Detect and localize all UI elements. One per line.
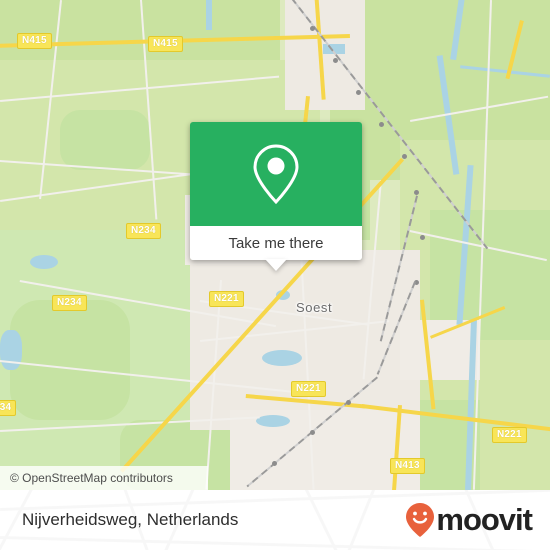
pond <box>262 350 302 366</box>
callout-action-label: Take me there <box>228 234 324 252</box>
road-shield-n234[interactable]: N234 <box>126 223 161 239</box>
road-shield-n221[interactable]: N221 <box>291 381 326 397</box>
railway-marker <box>272 461 277 466</box>
pond <box>30 255 58 269</box>
moovit-wordmark: moovit <box>436 502 533 537</box>
forest-patch <box>60 110 150 170</box>
road-shield-n413[interactable]: N413 <box>390 458 425 474</box>
road-shield-n234-clipped[interactable]: 234 <box>0 400 17 416</box>
road-shield-n415[interactable]: N415 <box>148 36 183 52</box>
railway-marker <box>310 26 315 31</box>
railway-marker <box>420 235 425 240</box>
railway-marker <box>402 154 407 159</box>
osm-attribution: © OpenStreetMap contributors <box>0 466 208 490</box>
road-shield-n415[interactable]: N415 <box>17 33 52 49</box>
railway-marker <box>414 190 419 195</box>
map-screenshot: Soest N415 N415 N234 N234 N221 N221 N221… <box>0 0 550 550</box>
pond <box>206 0 212 30</box>
osm-attribution-text: © OpenStreetMap contributors <box>10 471 173 485</box>
road-shield-n221[interactable]: N221 <box>492 427 527 443</box>
road-shield-n221[interactable]: N221 <box>209 291 244 307</box>
callout-action[interactable]: Take me there <box>190 226 362 260</box>
builtup-area <box>400 320 480 380</box>
map-pin-icon <box>253 144 299 205</box>
moovit-logo[interactable]: moovit <box>405 502 533 538</box>
callout-pointer <box>265 259 287 271</box>
footer-bar: Nijverheidsweg, Netherlands moovit <box>0 490 550 550</box>
forest-patch <box>10 300 130 420</box>
railway-marker <box>379 122 384 127</box>
moovit-smile-pin-icon <box>406 503 435 537</box>
railway-marker <box>333 58 338 63</box>
pond <box>256 415 290 427</box>
callout-icon-panel <box>190 122 362 226</box>
road-shield-n234[interactable]: N234 <box>52 295 87 311</box>
take-me-there-callout[interactable]: Take me there <box>190 122 362 271</box>
railway-marker <box>346 400 351 405</box>
place-label-soest: Soest <box>296 300 333 315</box>
location-title: Nijverheidsweg, Netherlands <box>22 510 239 529</box>
railway-marker <box>356 90 361 95</box>
railway-marker <box>310 430 315 435</box>
